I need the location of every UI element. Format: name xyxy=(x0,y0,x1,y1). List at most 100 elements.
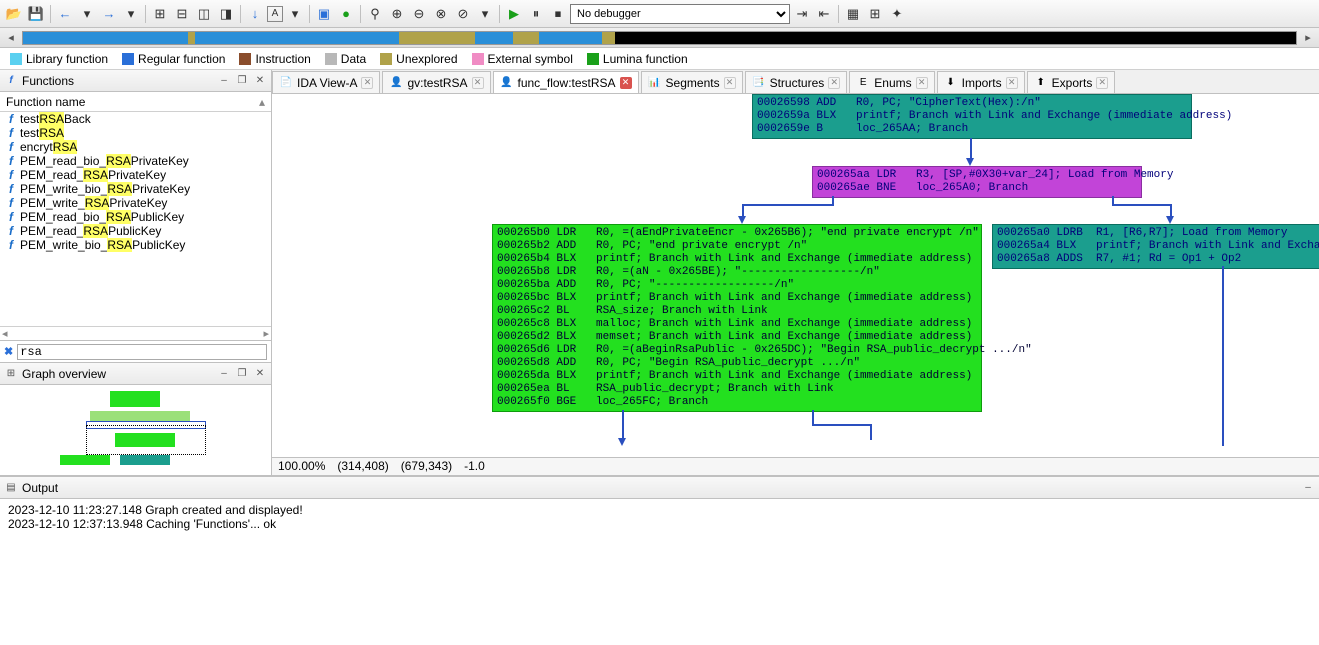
function-icon: f xyxy=(4,238,18,252)
output-line: 2023-12-10 11:23:27.148 Graph created an… xyxy=(8,503,1311,517)
tab-close-icon[interactable]: ✕ xyxy=(472,77,484,89)
legend-label: Unexplored xyxy=(396,52,457,66)
restore-icon[interactable]: ❐ xyxy=(235,367,249,381)
square-icon[interactable]: ▣ xyxy=(314,4,334,24)
graph-node[interactable]: 000265aa LDR R3, [SP,#0X30+var_24]; Load… xyxy=(812,166,1142,198)
function-row[interactable]: fPEM_write_RSAPrivateKey xyxy=(0,196,271,210)
function-icon: f xyxy=(4,154,18,168)
tool-icon[interactable]: ⊘ xyxy=(453,4,473,24)
separator xyxy=(499,5,500,23)
tab[interactable]: ⬆Exports✕ xyxy=(1027,71,1116,93)
tab-close-icon[interactable]: ✕ xyxy=(1096,77,1108,89)
tab[interactable]: EEnums✕ xyxy=(849,71,934,93)
main-toolbar: 📂 💾 ← ▾ → ▾ ⊞ ⊟ ◫ ◨ ↓ A ▾ ▣ ● ⚲ ⊕ ⊖ ⊗ ⊘ … xyxy=(0,0,1319,28)
function-icon: f xyxy=(4,210,18,224)
minimize-icon[interactable]: – xyxy=(217,367,231,381)
tool-icon[interactable]: ⊞ xyxy=(865,4,885,24)
circle-icon[interactable]: ● xyxy=(336,4,356,24)
text-tool-icon[interactable]: A xyxy=(267,6,283,22)
stop-icon[interactable]: ⏹ xyxy=(548,4,568,24)
tool-icon[interactable]: ⇥ xyxy=(792,4,812,24)
back-icon[interactable]: ← xyxy=(55,4,75,24)
tool-icon[interactable]: ⊖ xyxy=(409,4,429,24)
tab-close-icon[interactable]: ✕ xyxy=(916,77,928,89)
open-icon[interactable]: 📂 xyxy=(4,4,24,24)
panel-icon: f xyxy=(4,74,18,88)
output-icon: ▤ xyxy=(4,481,18,495)
tool-icon[interactable]: ⊞ xyxy=(150,4,170,24)
tab[interactable]: 📊Segments✕ xyxy=(641,71,743,93)
scroll-right-icon[interactable]: ▸ xyxy=(263,327,269,340)
tool-icon[interactable]: ◨ xyxy=(216,4,236,24)
clear-filter-icon[interactable]: ✖ xyxy=(4,345,13,358)
scroll-icon[interactable]: ▴ xyxy=(259,95,265,109)
tab-close-icon[interactable]: ✕ xyxy=(361,77,373,89)
graph-overview-title: Graph overview xyxy=(22,367,213,381)
graph-node[interactable]: 00026598 ADD R0, PC; "CipherText(Hex):/n… xyxy=(752,94,1192,139)
legend-item: Unexplored xyxy=(380,52,457,66)
function-row[interactable]: fPEM_write_bio_RSAPublicKey xyxy=(0,238,271,252)
tab[interactable]: 👤gv:testRSA✕ xyxy=(382,71,490,93)
functions-panel-header: f Functions – ❐ ✕ xyxy=(0,70,271,92)
close-icon[interactable]: ✕ xyxy=(253,367,267,381)
nav-left-icon[interactable]: ◂ xyxy=(4,31,18,44)
overview-canvas[interactable] xyxy=(0,385,271,475)
separator xyxy=(145,5,146,23)
tab-close-icon[interactable]: ✕ xyxy=(828,77,840,89)
close-icon[interactable]: ✕ xyxy=(253,74,267,88)
down-arrow-icon[interactable]: ↓ xyxy=(245,4,265,24)
function-list-header[interactable]: Function name ▴ xyxy=(0,92,271,112)
function-row[interactable]: fPEM_read_RSAPublicKey xyxy=(0,224,271,238)
minimize-icon[interactable]: – xyxy=(1301,481,1315,495)
tool-icon[interactable]: ▦ xyxy=(843,4,863,24)
tab-close-icon[interactable]: ✕ xyxy=(1006,77,1018,89)
restore-icon[interactable]: ❐ xyxy=(235,74,249,88)
scroll-left-icon[interactable]: ◂ xyxy=(2,327,8,340)
tab[interactable]: 📑Structures✕ xyxy=(745,71,848,93)
navigation-strip[interactable] xyxy=(22,31,1297,45)
nav-right-icon[interactable]: ▸ xyxy=(1301,31,1315,44)
legend-swatch xyxy=(122,53,134,65)
tool-icon[interactable]: ⇤ xyxy=(814,4,834,24)
play-icon[interactable]: ▶ xyxy=(504,4,524,24)
function-row[interactable]: fPEM_read_RSAPrivateKey xyxy=(0,168,271,182)
legend-label: External symbol xyxy=(488,52,573,66)
save-icon[interactable]: 💾 xyxy=(26,4,46,24)
pause-icon[interactable]: ⏸ xyxy=(526,4,546,24)
function-row[interactable]: ftestRSA xyxy=(0,126,271,140)
dropdown-icon[interactable]: ▾ xyxy=(121,4,141,24)
function-icon: f xyxy=(4,112,18,126)
tool-icon[interactable]: ⚲ xyxy=(365,4,385,24)
graph-node[interactable]: 000265b0 LDR R0, =(aEndPrivateEncr - 0x2… xyxy=(492,224,982,412)
tool-icon[interactable]: ⊟ xyxy=(172,4,192,24)
graph-node[interactable]: 000265a0 LDRB R1, [R6,R7]; Load from Mem… xyxy=(992,224,1319,269)
fwd-icon[interactable]: → xyxy=(99,4,119,24)
tab[interactable]: 👤func_flow:testRSA✕ xyxy=(493,71,639,93)
function-row[interactable]: fPEM_read_bio_RSAPublicKey xyxy=(0,210,271,224)
function-name: PEM_read_RSAPrivateKey xyxy=(20,168,166,182)
tab[interactable]: 📄IDA View-A✕ xyxy=(272,71,380,93)
tool-icon[interactable]: ⊕ xyxy=(387,4,407,24)
tab-bar: 📄IDA View-A✕👤gv:testRSA✕👤func_flow:testR… xyxy=(272,70,1319,94)
legend-item: Lumina function xyxy=(587,52,688,66)
function-row[interactable]: fPEM_read_bio_RSAPrivateKey xyxy=(0,154,271,168)
function-row[interactable]: fPEM_write_bio_RSAPrivateKey xyxy=(0,182,271,196)
dropdown-icon[interactable]: ▾ xyxy=(77,4,97,24)
function-row[interactable]: ftestRSABack xyxy=(0,112,271,126)
function-row[interactable]: fencrytRSA xyxy=(0,140,271,154)
tab-close-icon[interactable]: ✕ xyxy=(724,77,736,89)
debugger-select[interactable]: No debugger xyxy=(570,4,790,24)
function-list[interactable]: ftestRSABackftestRSAfencrytRSAfPEM_read_… xyxy=(0,112,271,326)
tool-icon[interactable]: ◫ xyxy=(194,4,214,24)
dropdown-icon[interactable]: ▾ xyxy=(285,4,305,24)
tab[interactable]: ⬇Imports✕ xyxy=(937,71,1025,93)
tool-icon[interactable]: ⊗ xyxy=(431,4,451,24)
minimize-icon[interactable]: – xyxy=(217,74,231,88)
tab-close-icon[interactable]: ✕ xyxy=(620,77,632,89)
graph-view[interactable]: 00026598 ADD R0, PC; "CipherText(Hex):/n… xyxy=(272,94,1319,457)
output-body[interactable]: 2023-12-10 11:23:27.148 Graph created an… xyxy=(0,499,1319,645)
output-line: 2023-12-10 12:37:13.948 Caching 'Functio… xyxy=(8,517,1311,531)
dropdown-icon[interactable]: ▾ xyxy=(475,4,495,24)
tool-icon[interactable]: ✦ xyxy=(887,4,907,24)
filter-input[interactable] xyxy=(17,344,267,360)
